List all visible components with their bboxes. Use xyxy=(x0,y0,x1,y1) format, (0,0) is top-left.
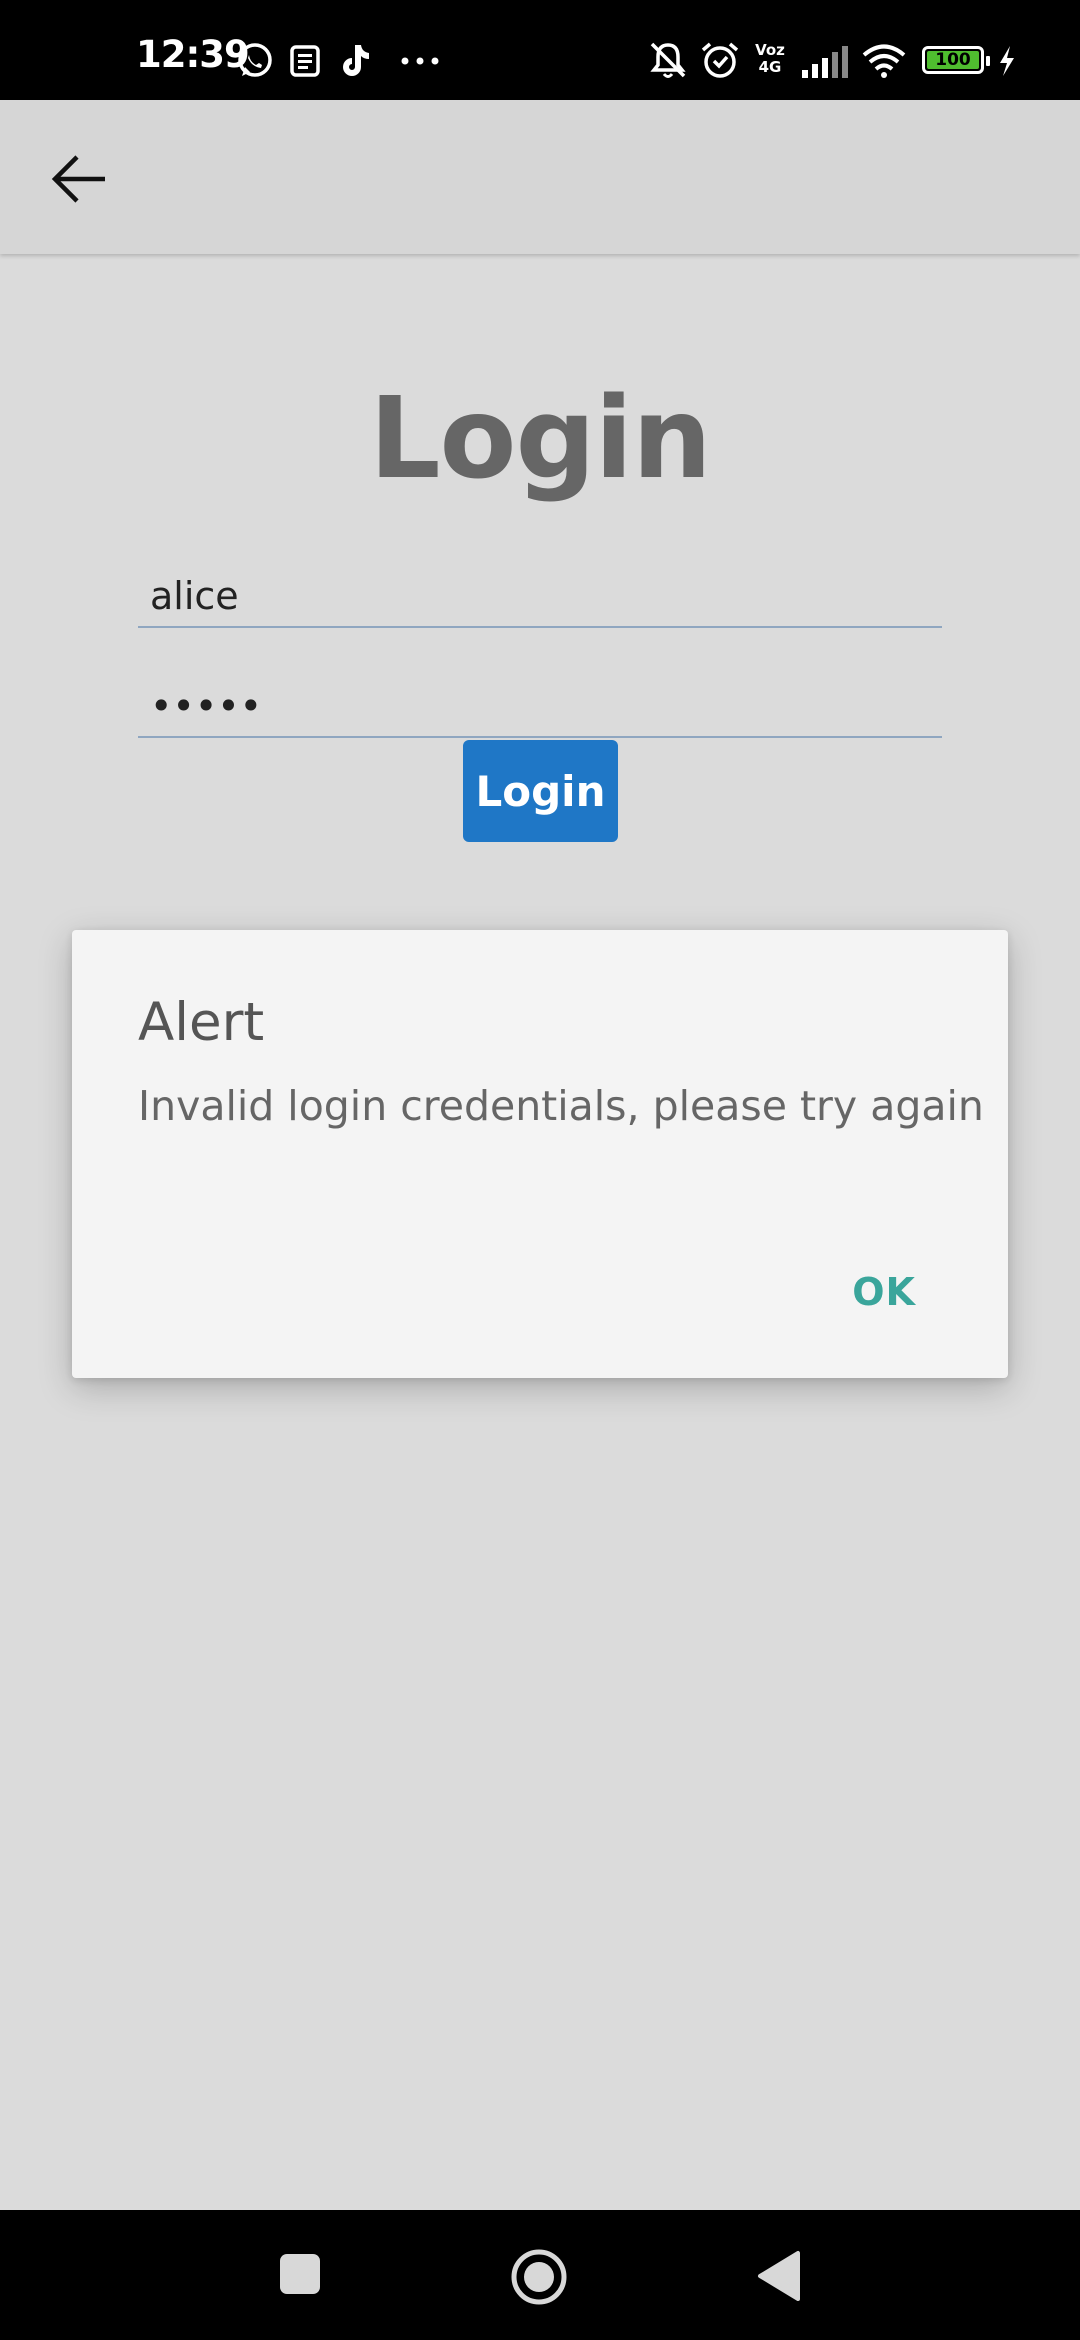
alarm-icon xyxy=(701,42,739,78)
username-value: alice xyxy=(150,574,239,618)
login-button[interactable]: Login xyxy=(463,740,618,842)
password-field[interactable]: ••••• xyxy=(138,676,942,738)
whatsapp-icon xyxy=(238,43,272,77)
page-title: Login xyxy=(369,374,712,504)
back-button[interactable] xyxy=(38,142,118,212)
more-icon xyxy=(401,57,439,65)
system-nav-bar xyxy=(0,2210,1080,2340)
back-icon[interactable] xyxy=(756,2250,802,2302)
signal-icon xyxy=(802,46,848,78)
status-bar: 12:39 Voz 4G 100 xyxy=(0,0,1080,100)
app-bar xyxy=(0,100,1080,254)
wifi-icon xyxy=(862,44,906,78)
battery-level: 100 xyxy=(927,51,979,69)
dialog-message: Invalid login credentials, please try ag… xyxy=(138,1082,984,1130)
arrow-back-icon xyxy=(51,155,105,203)
charging-icon xyxy=(1000,46,1014,76)
status-time: 12:39 xyxy=(136,33,250,76)
battery-icon: 100 xyxy=(922,46,990,74)
tiktok-icon xyxy=(343,45,369,76)
volte-icon: Voz 4G xyxy=(755,41,785,76)
dialog-title: Alert xyxy=(138,992,265,1053)
recents-icon[interactable] xyxy=(278,2252,322,2296)
username-field[interactable]: alice xyxy=(138,566,942,628)
notes-icon xyxy=(290,45,320,77)
alert-dialog: Alert Invalid login credentials, please … xyxy=(72,930,1008,1378)
ok-button[interactable]: OK xyxy=(852,1270,916,1314)
home-icon[interactable] xyxy=(510,2248,568,2306)
silent-bell-icon xyxy=(650,42,686,78)
password-value: ••••• xyxy=(150,684,263,728)
